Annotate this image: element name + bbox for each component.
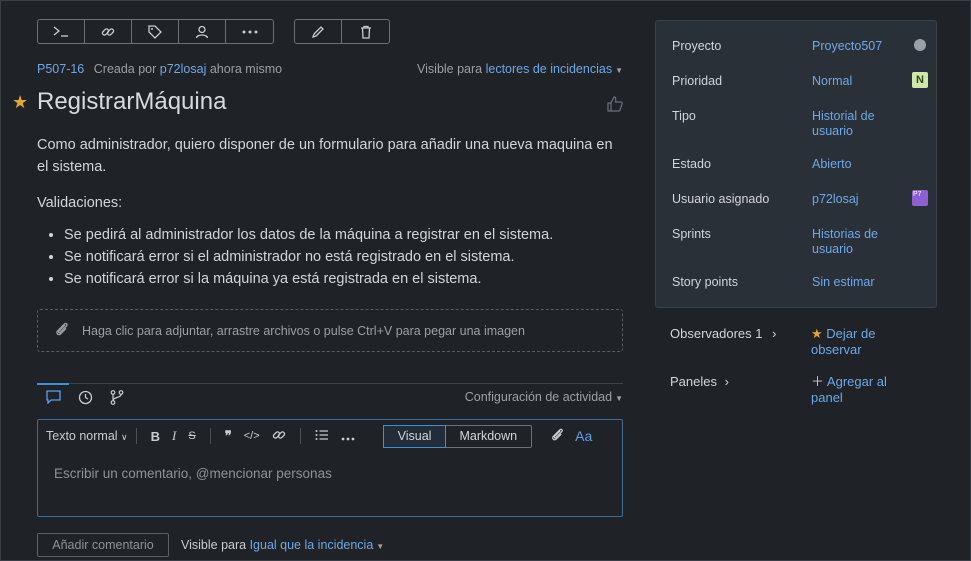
creator-link[interactable]: p72losaj — [160, 62, 207, 76]
created-by-label: Creada por — [93, 62, 157, 76]
mode-markdown-button[interactable]: Markdown — [445, 426, 531, 447]
text-style-label: Texto normal — [46, 429, 118, 443]
project-settings-icon[interactable] — [914, 39, 926, 51]
stop-watching-button[interactable]: ★ Dejar de observar — [811, 326, 911, 358]
sprints-value[interactable]: Historias de usuario — [812, 227, 892, 257]
story-points-label: Story points — [672, 275, 739, 289]
tab-history[interactable] — [69, 384, 101, 411]
chevron-right-icon: › — [724, 374, 729, 389]
chevron-right-icon: › — [772, 326, 777, 341]
actions-group — [37, 19, 274, 44]
comment-editor: Texto normal ∨ B I S ❞ </> Visual Markdo… — [37, 419, 623, 517]
watchers-count: 1 — [755, 326, 763, 341]
bold-icon[interactable]: B — [145, 429, 166, 444]
plus-icon: ＋ — [811, 374, 825, 389]
divider — [135, 428, 137, 444]
divider — [299, 428, 301, 444]
star-icon: ★ — [811, 326, 823, 341]
activity-tabs: Configuración de actividad ▼ — [37, 382, 623, 411]
issue-meta-left: P507-16 Creada por p72losaj ahora mismo — [37, 62, 282, 76]
list-item: Se notificará error si el administrador … — [64, 246, 623, 268]
link-icon[interactable] — [85, 20, 132, 43]
sprints-label: Sprints — [672, 227, 711, 241]
comment-visibility: Visible para Igual que la incidencia ▼ — [181, 538, 384, 552]
chevron-down-icon: ∨ — [121, 432, 128, 442]
list-item: Se pedirá al administrador los datos de … — [64, 224, 623, 246]
type-value[interactable]: Historial de usuario — [812, 109, 892, 139]
editor-mode-toggle: Visual Markdown — [382, 424, 533, 448]
code-icon[interactable]: </> — [238, 430, 266, 442]
editor-toolbar: Texto normal ∨ B I S ❞ </> Visual Markdo… — [38, 420, 622, 452]
type-label: Tipo — [672, 109, 696, 123]
user-icon[interactable] — [179, 20, 226, 43]
star-icon[interactable]: ★ — [12, 92, 28, 113]
chevron-down-icon: ▼ — [376, 542, 385, 551]
more-icon[interactable] — [335, 429, 361, 444]
add-comment-button[interactable]: Añadir comentario — [37, 533, 169, 557]
watchers-label: Observadores — [670, 326, 752, 341]
terminal-icon[interactable] — [38, 20, 85, 43]
state-label: Estado — [672, 157, 711, 171]
issue-toolbar — [37, 19, 390, 44]
bullet-list-icon[interactable] — [309, 429, 335, 444]
link-icon[interactable] — [266, 428, 292, 445]
boards-label: Paneles — [670, 374, 717, 389]
quote-icon[interactable]: ❞ — [219, 428, 238, 444]
tag-icon[interactable] — [132, 20, 179, 43]
add-to-board-button[interactable]: ＋ Agregar al panel — [811, 374, 911, 406]
project-value[interactable]: Proyecto507 — [812, 39, 892, 54]
comment-visibility-label: Visible para — [181, 538, 247, 552]
pencil-icon[interactable] — [295, 20, 342, 43]
comment-visibility-dropdown[interactable]: Igual que la incidencia — [250, 538, 374, 552]
chevron-down-icon: ▼ — [615, 394, 623, 403]
project-label: Proyecto — [672, 39, 722, 53]
priority-label: Prioridad — [672, 74, 723, 88]
trash-icon[interactable] — [342, 20, 389, 43]
page-title[interactable]: RegistrarMáquina — [37, 88, 226, 116]
chevron-down-icon: ▼ — [615, 66, 623, 75]
created-time: ahora mismo — [209, 62, 283, 76]
state-value[interactable]: Abierto — [812, 157, 892, 172]
validations-list: Se pedirá al administrador los datos de … — [64, 224, 623, 290]
priority-value[interactable]: Normal — [812, 74, 892, 89]
avatar: P7 — [912, 190, 928, 206]
story-points-value[interactable]: Sin estimar — [812, 275, 892, 290]
more-icon[interactable] — [226, 20, 273, 43]
text-style-dropdown[interactable]: Texto normal ∨ — [46, 429, 128, 443]
list-item: Se notificará error si la máquina ya est… — [64, 268, 623, 290]
description-paragraph: Como administrador, quiero disponer de u… — [37, 137, 613, 175]
activity-settings-dropdown[interactable]: Configuración de actividad ▼ — [465, 390, 623, 404]
visibility: Visible para lectores de incidencias ▼ — [417, 62, 623, 76]
edit-group — [294, 19, 390, 44]
tab-comments[interactable] — [37, 382, 69, 410]
assignee-value[interactable]: p72losaj — [812, 192, 892, 207]
format-toggle-button[interactable]: Aa — [575, 428, 592, 444]
strikethrough-icon[interactable]: S — [182, 430, 201, 442]
issue-id[interactable]: P507-16 — [37, 62, 84, 76]
comment-input[interactable]: Escribir un comentario, @mencionar perso… — [38, 452, 622, 495]
paperclip-icon[interactable] — [544, 427, 571, 445]
attachment-dropzone[interactable]: Haga clic para adjuntar, arrastre archiv… — [37, 309, 623, 352]
mode-visual-button[interactable]: Visual — [382, 424, 447, 448]
issue-description: Como administrador, quiero disponer de u… — [37, 134, 623, 290]
issue-meta: P507-16 Creada por p72losaj ahora mismo … — [37, 62, 623, 76]
boards-toggle[interactable]: Paneles › — [670, 374, 729, 389]
attachment-hint: Haga clic para adjuntar, arrastre archiv… — [82, 323, 525, 338]
assignee-label: Usuario asignado — [672, 192, 770, 206]
tab-commits[interactable] — [101, 384, 133, 411]
divider — [209, 428, 211, 444]
thumbs-up-icon[interactable] — [606, 95, 624, 113]
priority-badge: N — [912, 72, 928, 88]
paperclip-icon — [54, 321, 70, 340]
visibility-label: Visible para — [417, 62, 483, 76]
description-paragraph: Validaciones: — [37, 195, 123, 211]
visibility-dropdown[interactable]: lectores de incidencias — [486, 62, 612, 76]
watchers-toggle[interactable]: Observadores 1 › — [670, 326, 776, 341]
properties-panel: Proyecto Proyecto507 Prioridad Normal N … — [655, 20, 937, 308]
italic-icon[interactable]: I — [166, 428, 182, 444]
activity-settings-label: Configuración de actividad — [464, 390, 613, 404]
